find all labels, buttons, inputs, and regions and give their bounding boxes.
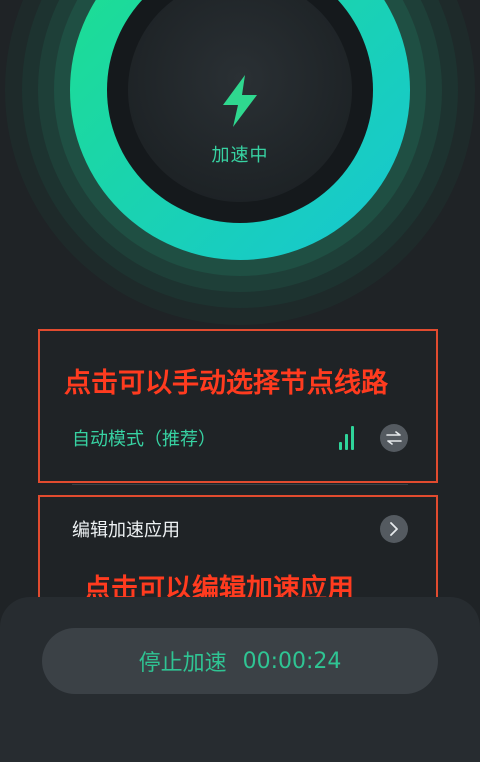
chevron-right-icon <box>390 522 398 536</box>
stop-button-label: 停止加速 <box>138 651 227 676</box>
elapsed-timer: 00:00:24 <box>242 648 342 674</box>
signal-bars-icon <box>339 426 354 450</box>
route-selector[interactable]: 自动模式（推荐） <box>72 420 408 456</box>
edit-apps-label: 编辑加速应用 <box>72 520 180 541</box>
swap-route-button[interactable] <box>380 424 408 452</box>
acceleration-dial[interactable]: 加速中 <box>0 0 480 330</box>
route-annotation-box: 点击可以手动选择节点线路 <box>38 329 438 483</box>
edit-apps-row[interactable]: 编辑加速应用 <box>72 511 408 547</box>
swap-arrows-icon <box>386 431 402 445</box>
section-divider <box>72 484 408 485</box>
edit-apps-arrow-button[interactable] <box>380 515 408 543</box>
stop-acceleration-button[interactable]: 停止加速 00:00:24 <box>42 628 438 694</box>
dial-status-text: 加速中 <box>211 145 269 166</box>
lightning-bolt-icon <box>223 75 257 127</box>
route-mode-label: 自动模式（推荐） <box>72 429 216 450</box>
route-annotation-text: 点击可以手动选择节点线路 <box>64 368 388 399</box>
